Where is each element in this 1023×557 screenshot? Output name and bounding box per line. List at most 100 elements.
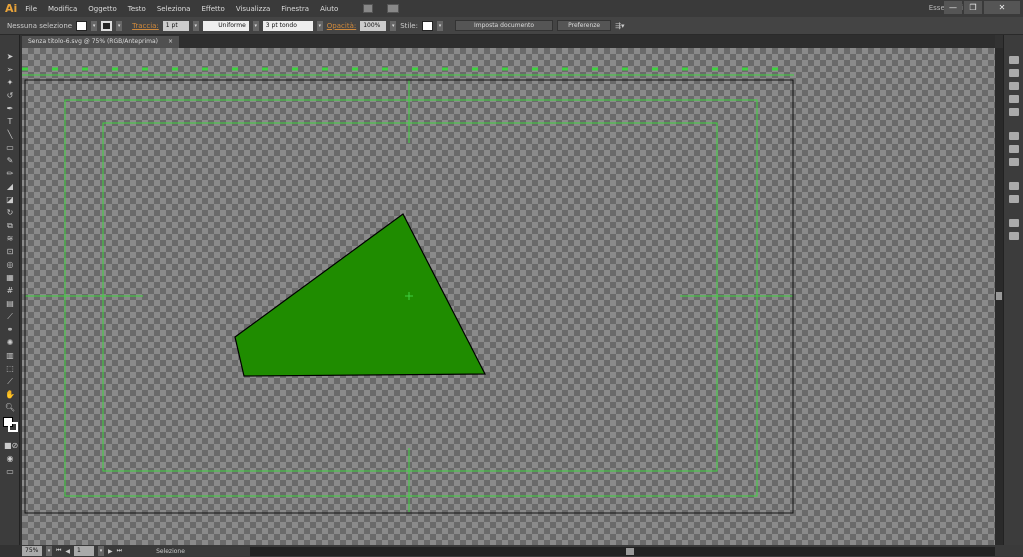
menu-effetto[interactable]: Effetto (201, 5, 224, 13)
menu-testo[interactable]: Testo (128, 5, 146, 13)
line-tool-icon[interactable]: ╲ (4, 130, 16, 140)
artboard-tool-icon[interactable]: ⬚ (4, 364, 16, 374)
app-logo: Ai (5, 2, 18, 15)
direct-selection-tool-icon[interactable]: ➢ (4, 65, 16, 75)
artboard-input[interactable]: 1 (74, 546, 95, 556)
magic-wand-icon[interactable]: ✦ (4, 78, 16, 88)
prev-artboard-button[interactable]: ◀ (65, 548, 70, 555)
mesh-icon[interactable]: # (4, 286, 16, 296)
rotate-icon[interactable]: ↻ (4, 208, 16, 218)
hand-tool-icon[interactable]: ✋ (4, 390, 16, 400)
eraser-icon[interactable]: ◪ (4, 195, 16, 205)
horizontal-scroll-thumb[interactable] (626, 548, 634, 555)
appearance-icon[interactable] (1009, 182, 1019, 190)
opacity-label[interactable]: Opacità: (327, 22, 356, 30)
scale-icon[interactable]: ⧉ (4, 221, 16, 231)
shape-builder-icon[interactable]: ◎ (4, 260, 16, 270)
stroke-weight-input[interactable]: 1 pt (162, 20, 189, 31)
green-quadrilateral[interactable] (234, 213, 486, 377)
document-setup-button[interactable]: Imposta documento (454, 20, 554, 31)
eyedropper-icon[interactable]: ⟋ (4, 312, 16, 322)
perspective-grid-icon[interactable]: ▦ (4, 273, 16, 283)
zoom-input[interactable]: 75% (22, 546, 42, 556)
artboard-dropdown[interactable]: ▾ (98, 546, 105, 556)
draw-mode-icon[interactable]: ◉ (4, 454, 16, 464)
menu-file[interactable]: File (25, 5, 37, 13)
menu-seleziona[interactable]: Seleziona (157, 5, 191, 13)
tab-close-button[interactable]: × (168, 38, 173, 45)
close-button[interactable]: ✕ (984, 1, 1020, 14)
menu-visualizza[interactable]: Visualizza (236, 5, 270, 13)
menu-finestra[interactable]: Finestra (281, 5, 309, 13)
zoom-dropdown[interactable]: ▾ (46, 546, 52, 556)
brush-dropdown[interactable]: ▾ (316, 20, 323, 31)
restore-button[interactable]: ❐ (964, 1, 982, 14)
minimize-button[interactable]: — (944, 1, 962, 14)
menu-modifica[interactable]: Modifica (48, 5, 77, 13)
slice-tool-icon[interactable]: ⟋ (4, 377, 16, 387)
screen-mode-icon[interactable]: ▭ (4, 467, 16, 477)
last-artboard-button[interactable]: ⏭ (117, 547, 122, 555)
artwork (22, 67, 794, 514)
free-transform-icon[interactable]: ⊡ (4, 247, 16, 257)
stroke-style-dropdown[interactable]: ▾ (252, 20, 259, 31)
menu-aiuto[interactable]: Aiuto (320, 5, 338, 13)
document-tab-title: Senza titolo-6.svg @ 75% (RGB/Anteprima) (28, 38, 159, 45)
selection-tool-icon[interactable]: ➤ (4, 52, 16, 62)
stroke-label[interactable]: Traccia: (132, 22, 159, 30)
align-icon[interactable]: ⇶▾ (615, 22, 624, 30)
style-swatch[interactable] (421, 20, 433, 31)
blob-brush-icon[interactable]: ◢ (4, 182, 16, 192)
style-label: Stile: (400, 21, 418, 30)
pencil-icon[interactable]: ✏ (4, 169, 16, 179)
type-tool-icon[interactable]: T (4, 117, 16, 127)
stroke-dropdown[interactable]: ▾ (116, 20, 123, 31)
first-artboard-button[interactable]: ⏮ (56, 547, 61, 555)
stroke-swatch[interactable] (101, 20, 113, 31)
fill-stroke-swatches[interactable] (3, 417, 18, 437)
graphic-styles-icon[interactable] (1009, 195, 1019, 203)
pen-tool-icon[interactable]: ✒ (4, 104, 16, 114)
document-tab[interactable]: Senza titolo-6.svg @ 75% (RGB/Anteprima)… (22, 36, 180, 48)
warp-icon[interactable]: ≋ (4, 234, 16, 244)
menu-oggetto[interactable]: Oggetto (88, 5, 116, 13)
stroke-panel-icon[interactable] (1009, 132, 1019, 140)
symbol-sprayer-icon[interactable]: ✺ (4, 338, 16, 348)
zoom-tool-icon[interactable]: 🔍︎ (4, 403, 16, 413)
layers-icon[interactable] (1009, 219, 1019, 227)
arrange-documents-icon[interactable] (387, 4, 400, 13)
vertical-scrollbar[interactable] (995, 48, 1003, 545)
artboards-icon[interactable] (1009, 232, 1019, 240)
preferences-button[interactable]: Preferenze (557, 20, 612, 31)
opacity-input[interactable]: 100% (360, 20, 387, 31)
next-artboard-button[interactable]: ▶ (108, 548, 113, 555)
vertical-scroll-thumb[interactable] (996, 292, 1002, 300)
lasso-icon[interactable]: ↺ (4, 91, 16, 101)
graph-tool-icon[interactable]: ▥ (4, 351, 16, 361)
opacity-dropdown[interactable]: ▾ (390, 20, 397, 31)
brush-select[interactable]: 3 pt tondo (262, 20, 313, 31)
paintbrush-icon[interactable]: ✎ (4, 156, 16, 166)
symbols-icon[interactable] (1009, 108, 1019, 116)
fill-dropdown[interactable]: ▾ (91, 20, 98, 31)
color-mode-icon[interactable]: ■⊘ (4, 441, 18, 451)
menu-bar: Ai File Modifica Oggetto Testo Seleziona… (0, 0, 1023, 17)
current-tool-status[interactable]: Selezione (156, 548, 185, 555)
brushes-icon[interactable] (1009, 95, 1019, 103)
swatches-icon[interactable] (1009, 82, 1019, 90)
bridge-icon[interactable] (363, 4, 374, 13)
color-panel-icon[interactable] (1009, 56, 1019, 64)
rectangle-tool-icon[interactable]: ▭ (4, 143, 16, 153)
transparency-icon[interactable] (1009, 158, 1019, 166)
control-bar: Nessuna selezione ▾ ▾ Traccia: 1 pt ▾ Uni… (0, 17, 1023, 35)
blend-icon[interactable]: ⚭ (4, 325, 16, 335)
canvas[interactable] (22, 48, 995, 545)
style-dropdown[interactable]: ▾ (436, 20, 443, 31)
horizontal-scrollbar[interactable] (250, 547, 995, 556)
color-guide-icon[interactable] (1009, 69, 1019, 77)
gradient-panel-icon[interactable] (1009, 145, 1019, 153)
gradient-icon[interactable]: ▤ (4, 299, 16, 309)
stroke-weight-dropdown[interactable]: ▾ (192, 20, 199, 31)
fill-swatch[interactable] (76, 20, 88, 31)
stroke-style-select[interactable]: Uniforme (202, 20, 249, 31)
